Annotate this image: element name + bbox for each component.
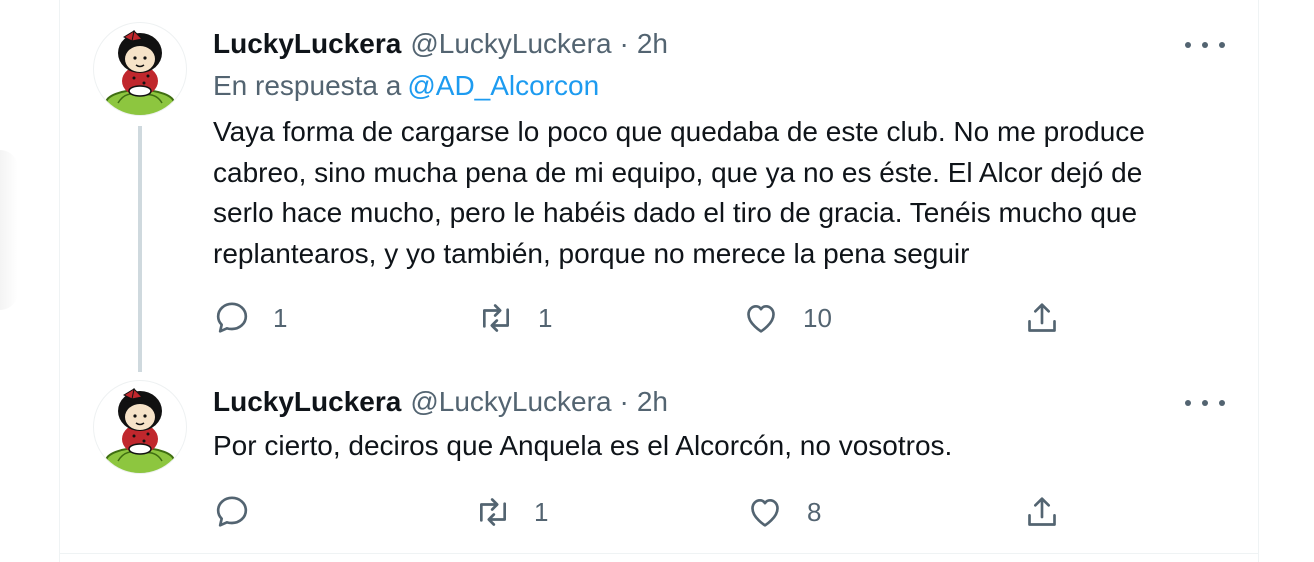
retweet-count: 1 xyxy=(534,496,549,527)
retweet-button[interactable]: 1 xyxy=(473,492,548,532)
dot xyxy=(1202,42,1208,48)
author-name[interactable]: LuckyLuckera xyxy=(213,386,401,418)
retweet-arrows-icon xyxy=(480,498,506,526)
tweet-text: Vaya forma de cargarse lo poco que queda… xyxy=(213,116,1145,269)
tweet-timestamp[interactable]: 2h xyxy=(637,386,668,418)
reply-context: En respuesta a @AD_Alcorcon xyxy=(213,70,599,106)
heart-outline-icon xyxy=(747,305,775,333)
tweet-timestamp[interactable]: 2h xyxy=(637,28,668,60)
share-upload-icon xyxy=(1028,497,1056,526)
share-button[interactable] xyxy=(1022,492,1062,532)
tweet-header: LuckyLuckera @LuckyLuckera · 2h xyxy=(213,24,668,64)
tweet-header: LuckyLuckera @LuckyLuckera · 2h xyxy=(213,382,668,422)
like-button[interactable]: 8 xyxy=(745,492,821,532)
dot xyxy=(1219,42,1225,48)
share-upload-icon xyxy=(1028,303,1056,332)
tweet-text: Por cierto, deciros que Anquela es el Al… xyxy=(213,430,953,461)
author-handle[interactable]: @LuckyLuckera xyxy=(410,386,611,418)
avatar[interactable] xyxy=(93,22,187,116)
like-button[interactable]: 10 xyxy=(741,298,832,338)
separator-dot: · xyxy=(619,28,629,59)
reply-prefix: En respuesta a xyxy=(213,70,402,101)
reply-mention-link[interactable]: @AD_Alcorcon xyxy=(407,70,599,101)
heart-outline-icon xyxy=(751,499,779,527)
reply-button[interactable] xyxy=(212,492,273,532)
avatar[interactable] xyxy=(93,380,187,474)
like-count: 10 xyxy=(803,302,832,333)
author-handle[interactable]: @LuckyLuckera xyxy=(410,28,611,60)
dot xyxy=(1185,42,1191,48)
more-dots-icon[interactable] xyxy=(1185,389,1225,417)
reply-count: 1 xyxy=(273,302,288,333)
dot xyxy=(1219,400,1225,406)
like-count: 8 xyxy=(807,496,822,527)
tweet-thread-page: LuckyLuckera @LuckyLuckera · 2h En respu… xyxy=(0,0,1314,562)
panel-divider xyxy=(59,553,1258,554)
author-name[interactable]: LuckyLuckera xyxy=(213,28,401,60)
mafalda-avatar-icon xyxy=(105,387,175,473)
retweet-button[interactable]: 1 xyxy=(476,298,552,338)
speech-bubble-icon xyxy=(216,302,248,333)
more-dots-icon[interactable] xyxy=(1185,31,1225,59)
share-button[interactable] xyxy=(1022,298,1062,338)
separator-dot: · xyxy=(619,386,629,417)
retweet-arrows-icon xyxy=(483,304,509,332)
reply-button[interactable]: 1 xyxy=(212,298,287,338)
retweet-count: 1 xyxy=(538,302,553,333)
dot xyxy=(1185,400,1191,406)
mafalda-avatar-icon xyxy=(105,29,175,115)
thread-connector-line xyxy=(138,126,142,372)
left-edge-shadow xyxy=(0,150,18,310)
speech-bubble-icon xyxy=(216,496,248,527)
dot xyxy=(1202,400,1208,406)
